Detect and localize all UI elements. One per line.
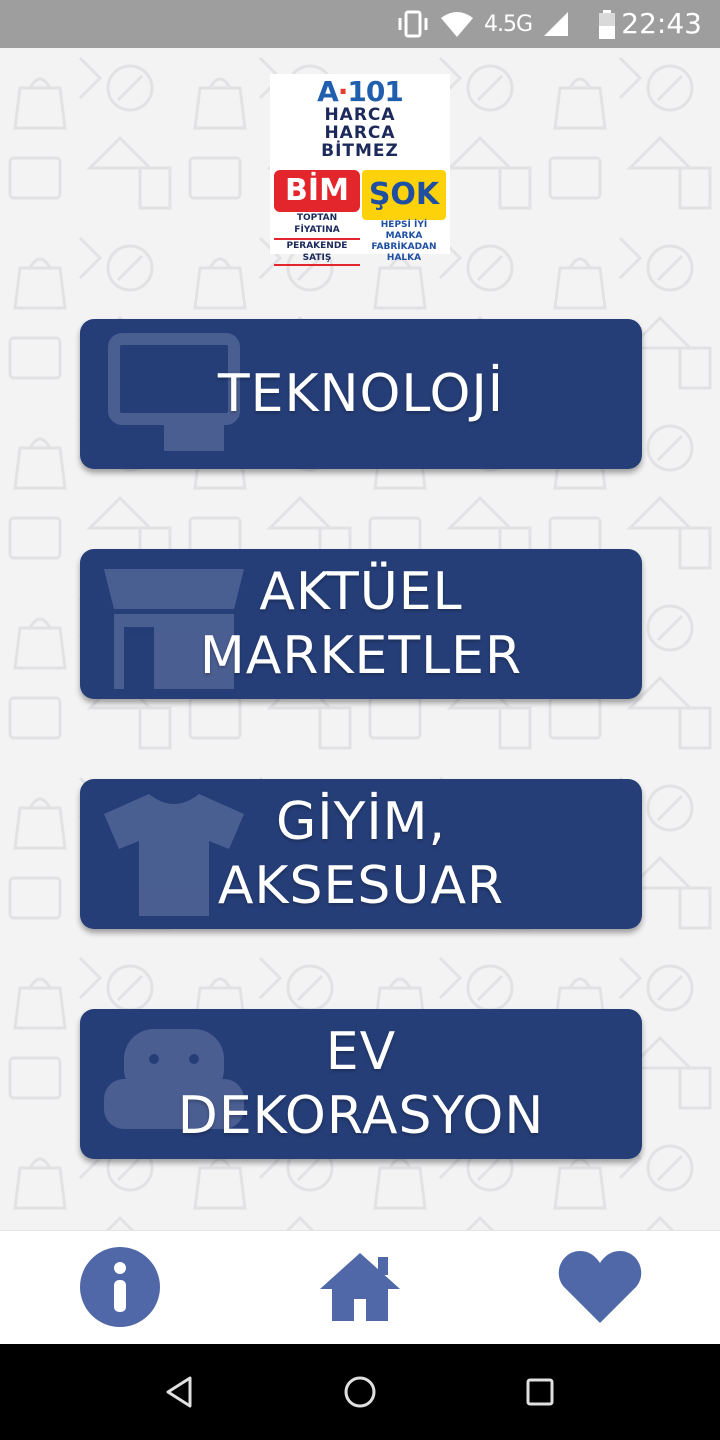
category-button-giyim-aksesuar[interactable]: GİYİM, AKSESUAR [80,779,642,929]
signal-icon [544,12,568,36]
clock: 22:43 [621,7,702,40]
a101-slogan-line: BİTMEZ [321,141,399,161]
content-area: A·101 HARCA HARCA BİTMEZ BİM TOPTAN FİYA… [0,48,720,1230]
category-label: DEKORASYON [177,1086,545,1146]
sok-logo: ŞOK HEPSİ İYİ MARKA FABRİKADAN HALKA [362,170,446,263]
store-logos: A·101 HARCA HARCA BİTMEZ BİM TOPTAN FİYA… [270,74,450,266]
category-label: MARKETLER [199,626,523,686]
category-button-teknoloji[interactable]: TEKNOLOJİ [80,319,642,469]
bottom-navigation [0,1230,720,1344]
wifi-icon [440,12,473,37]
system-navigation-bar [0,1344,720,1440]
battery-icon [599,10,615,39]
a101-slogan-line: HARCA [324,105,396,125]
nav-info-button[interactable] [78,1245,162,1329]
home-icon [320,1253,400,1321]
status-icons: 4.5G [396,8,570,40]
nav-favorites-button[interactable] [558,1245,642,1329]
bim-logo: BİM TOPTAN FİYATINA PERAKENDE SATIŞ [274,170,360,266]
info-icon [80,1247,160,1327]
category-button-ev-dekorasyon[interactable]: EV DEKORASYON [80,1009,642,1159]
a101-slogan-line: HARCA [324,123,396,143]
category-button-aktuel-marketler[interactable]: AKTÜEL MARKETLER [80,549,642,699]
recents-icon[interactable] [520,1372,560,1412]
a101-logo: A·101 HARCA HARCA BİTMEZ [270,78,450,161]
vibrate-icon [398,10,428,38]
category-label: EV [325,1022,397,1082]
network-type: 4.5G [483,11,533,37]
back-icon[interactable] [160,1372,200,1412]
category-label: AKSESUAR [217,856,505,916]
home-circle-icon[interactable] [340,1372,380,1412]
heart-icon [558,1251,642,1323]
nav-home-button[interactable] [318,1245,402,1329]
status-bar: 4.5G 22:43 [0,0,720,48]
category-label: GİYİM, [275,792,447,852]
category-label: TEKNOLOJİ [217,364,505,424]
category-label: AKTÜEL [259,562,463,622]
